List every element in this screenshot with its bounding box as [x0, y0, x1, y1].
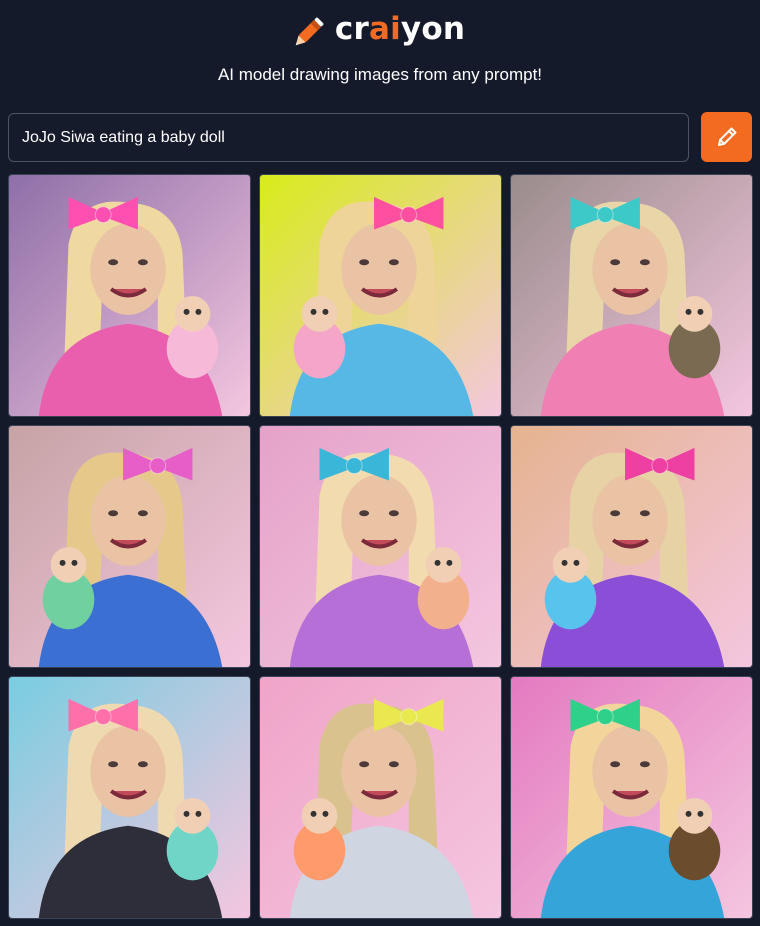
- pencil-icon: [717, 127, 736, 146]
- brand-logo[interactable]: craiyon: [295, 10, 465, 48]
- generated-image-3[interactable]: [510, 174, 753, 417]
- craiyon-page: craiyon AI model drawing images from any…: [0, 0, 760, 926]
- image-grid: [8, 174, 753, 919]
- generated-image-6[interactable]: [510, 425, 753, 668]
- generated-image-1[interactable]: [8, 174, 251, 417]
- pencil-logo-icon: [295, 17, 324, 46]
- generated-image-5[interactable]: [259, 425, 502, 668]
- brand-prefix: cr: [334, 11, 369, 47]
- tagline: AI model drawing images from any prompt!: [217, 65, 543, 84]
- brand-accent: ai: [368, 11, 401, 47]
- prompt-input[interactable]: [8, 113, 689, 162]
- generated-image-7[interactable]: [8, 676, 251, 919]
- generated-image-4[interactable]: [8, 425, 251, 668]
- generated-image-9[interactable]: [510, 676, 753, 919]
- generated-image-8[interactable]: [259, 676, 502, 919]
- header: craiyon: [0, 10, 760, 48]
- generated-image-2[interactable]: [259, 174, 502, 417]
- brand-wordmark: craiyon: [335, 10, 465, 48]
- draw-button[interactable]: [701, 112, 752, 162]
- brand-suffix: yon: [400, 11, 466, 47]
